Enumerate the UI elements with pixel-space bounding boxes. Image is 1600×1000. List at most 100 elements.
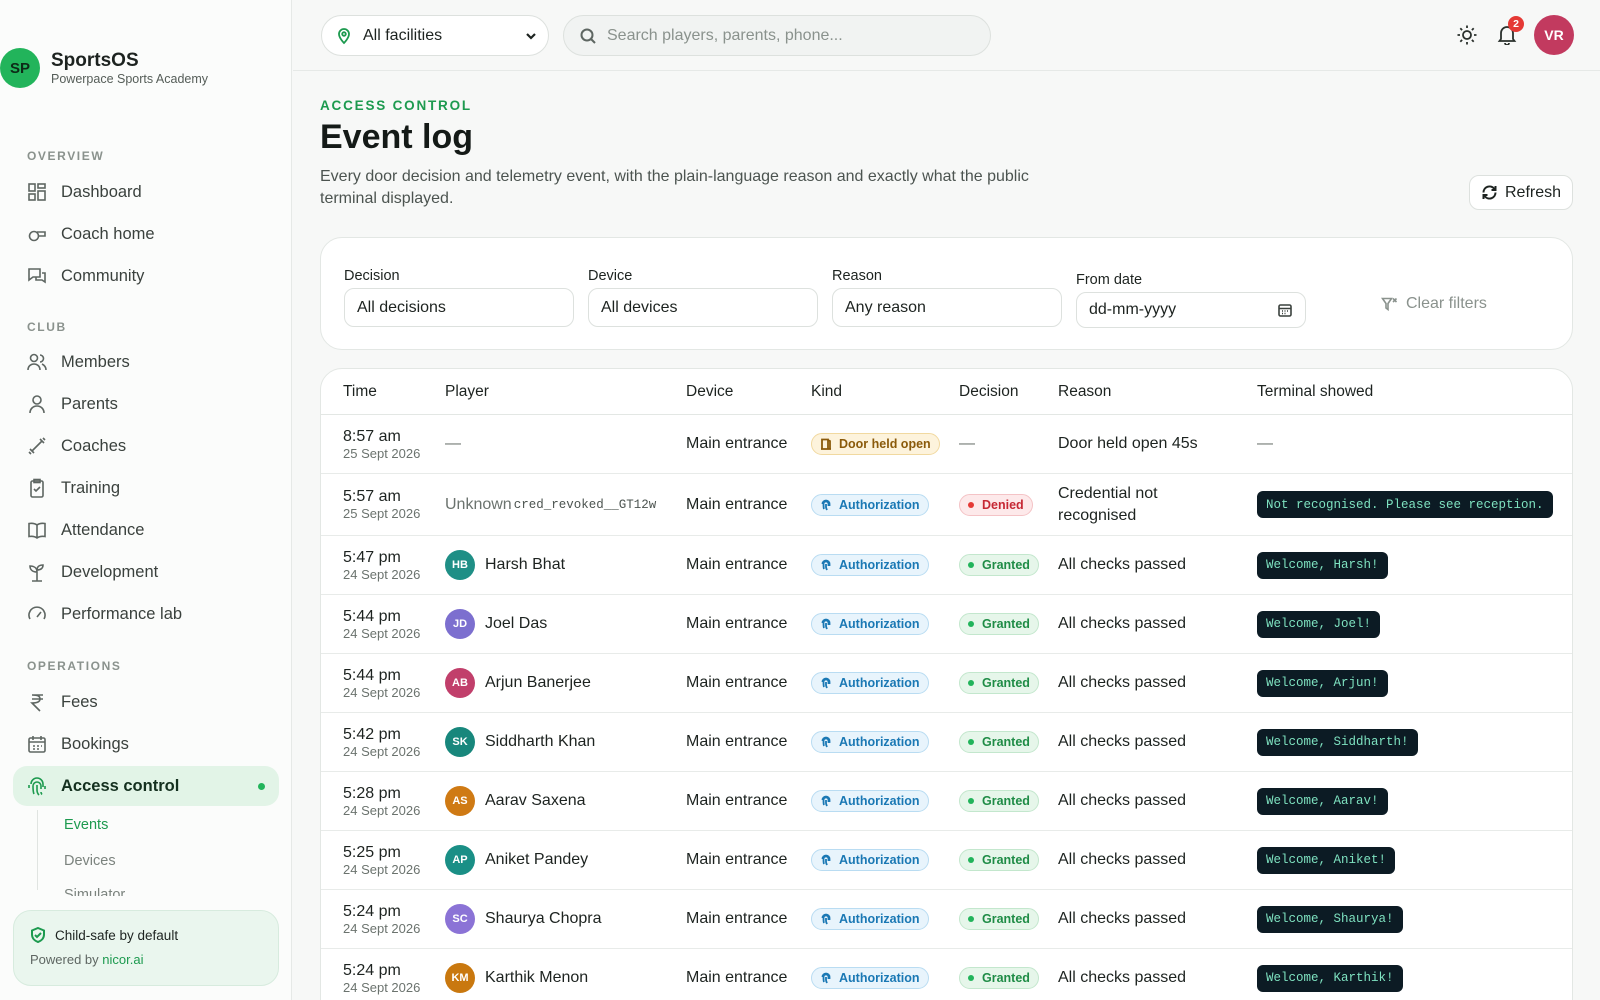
child-safe-title-text: Child-safe by default [55,927,179,943]
decision-cell: Granted [959,536,1039,594]
column-header-reason[interactable]: Reason [1058,383,1111,401]
refresh-button[interactable]: Refresh [1469,175,1573,210]
player-name[interactable]: Arjun Banerjee [485,674,591,692]
facility-select[interactable]: All facilities [321,15,549,56]
player-name[interactable]: Joel Das [485,615,547,633]
device-name: Main entrance [686,615,788,632]
user-icon [29,395,45,414]
sidebar-item-community[interactable]: Community [27,261,279,291]
notification-count-badge: 2 [1508,16,1524,32]
sidebar-item-fees[interactable]: Fees [27,687,279,717]
kind-label: Authorization [839,912,920,926]
table-row[interactable]: 8:57 am 25 Sept 2026 — Main entrance Doo… [321,415,1572,474]
sidebar-item-dashboard[interactable]: Dashboard [27,177,279,207]
sidebar-item-coach-home[interactable]: Coach home [27,219,279,249]
nav-section-operations: OPERATIONS [27,659,122,673]
kind-badge: Authorization [811,790,929,812]
column-header-decision[interactable]: Decision [959,383,1018,401]
kind-badge: Authorization [811,613,929,635]
table-row[interactable]: 5:47 pm 24 Sept 2026 HB Harsh Bhat Main … [321,536,1572,595]
player-name[interactable]: Siddharth Khan [485,733,595,751]
kind-cell: Authorization [811,595,929,653]
decision-filter-select[interactable]: All decisions [344,288,574,327]
device-cell: Main entrance [686,831,787,889]
time-cell: 5:42 pm 24 Sept 2026 [343,713,420,771]
fingerprint-icon [821,677,831,689]
decision-cell: Denied [959,474,1033,535]
kind-label: Door held open [839,437,931,451]
sidebar-item-performance-lab[interactable]: Performance lab [27,599,279,629]
column-header-time[interactable]: Time [343,383,377,401]
player-name: — [445,435,461,452]
event-date: 24 Sept 2026 [343,802,421,818]
credential-id: cred_revoked__GT12w [513,497,657,512]
table-row[interactable]: 5:44 pm 24 Sept 2026 AB Arjun Banerjee M… [321,654,1572,713]
sidebar: SP SportsOS Powerpace Sports Academy OVE… [0,0,292,1000]
time-cell: 5:57 am 25 Sept 2026 [343,474,420,535]
fingerprint-icon [821,618,831,630]
player-name[interactable]: Aniket Pandey [485,851,588,869]
table-row[interactable]: 5:24 pm 24 Sept 2026 SC Shaurya Chopra M… [321,890,1572,949]
from-date-input[interactable]: dd-mm-yyyy [1076,292,1306,328]
column-header-terminal-showed[interactable]: Terminal showed [1257,383,1373,401]
powered-by-link[interactable]: nicor.ai [102,952,143,967]
reason-filter-select[interactable]: Any reason [832,288,1062,327]
subnav-item-devices[interactable]: Devices [64,853,116,869]
reason-text: All checks passed [1058,615,1187,632]
sidebar-item-label: Performance lab [61,604,183,623]
player-name[interactable]: Aarav Saxena [485,792,586,810]
from-date-label: From date [1076,272,1143,288]
table-row[interactable]: 5:24 pm 24 Sept 2026 KM Karthik Menon Ma… [321,949,1572,1000]
sidebar-item-parents[interactable]: Parents [27,389,279,419]
chat-icon [28,268,46,284]
search-input[interactable] [607,26,977,45]
player-cell: SK Siddharth Khan [445,713,595,771]
sidebar-item-development[interactable]: Development [27,557,279,587]
filter-clear-icon [1381,297,1398,311]
decision-label: Denied [982,497,1024,512]
column-header-player[interactable]: Player [445,383,489,401]
table-row[interactable]: 5:44 pm 24 Sept 2026 JD Joel Das Main en… [321,595,1572,654]
kind-cell: Authorization [811,831,929,889]
player-avatar: AB [445,668,475,698]
player-name[interactable]: Shaurya Chopra [485,910,602,928]
table-row[interactable]: 5:57 am 25 Sept 2026 Unknown cred_revoke… [321,474,1572,536]
sidebar-item-members[interactable]: Members [27,347,279,377]
decision-badge: Denied [959,493,1033,516]
table-row[interactable]: 5:42 pm 24 Sept 2026 SK Siddharth Khan M… [321,713,1572,772]
clear-filters-button[interactable]: Clear filters [1381,295,1487,313]
sidebar-item-attendance[interactable]: Attendance [27,515,279,545]
page-description: Every door decision and telemetry event,… [320,168,1029,207]
sidebar-item-access-control[interactable]: Access control [13,766,279,806]
device-cell: Main entrance [686,890,787,948]
theme-toggle-sun-icon[interactable] [1456,24,1478,46]
device-name: Main entrance [686,495,788,513]
kind-cell: Authorization [811,890,929,948]
status-dot [968,857,974,863]
event-date: 24 Sept 2026 [343,861,421,877]
sidebar-item-label: Coaches [61,436,127,455]
device-filter-select[interactable]: All devices [588,288,818,327]
brand[interactable]: SP SportsOS Powerpace Sports Academy [0,48,208,88]
device-cell: Main entrance [686,654,787,712]
terminal-cell: Welcome, Siddharth! [1257,713,1418,771]
subnav-item-events[interactable]: Events [64,817,108,833]
brand-name: SportsOS [51,49,139,71]
kind-badge: Authorization [811,967,929,989]
subnav-item-simulator[interactable]: Simulator [64,888,125,896]
calendar-icon[interactable] [1277,302,1293,318]
sidebar-item-coaches[interactable]: Coaches [27,431,279,461]
event-date: 24 Sept 2026 [343,979,421,995]
column-header-kind[interactable]: Kind [811,383,842,401]
gauge-icon [28,606,46,620]
fingerprint-icon [821,854,831,866]
sidebar-item-training[interactable]: Training [27,473,279,503]
player-name[interactable]: Karthik Menon [485,969,588,987]
column-header-device[interactable]: Device [686,383,733,401]
time-cell: 8:57 am 25 Sept 2026 [343,415,420,473]
user-avatar[interactable]: VR [1534,15,1574,55]
table-row[interactable]: 5:25 pm 24 Sept 2026 AP Aniket Pandey Ma… [321,831,1572,890]
table-row[interactable]: 5:28 pm 24 Sept 2026 AS Aarav Saxena Mai… [321,772,1572,831]
player-name[interactable]: Harsh Bhat [485,556,565,574]
sidebar-item-bookings[interactable]: Bookings [27,729,279,759]
